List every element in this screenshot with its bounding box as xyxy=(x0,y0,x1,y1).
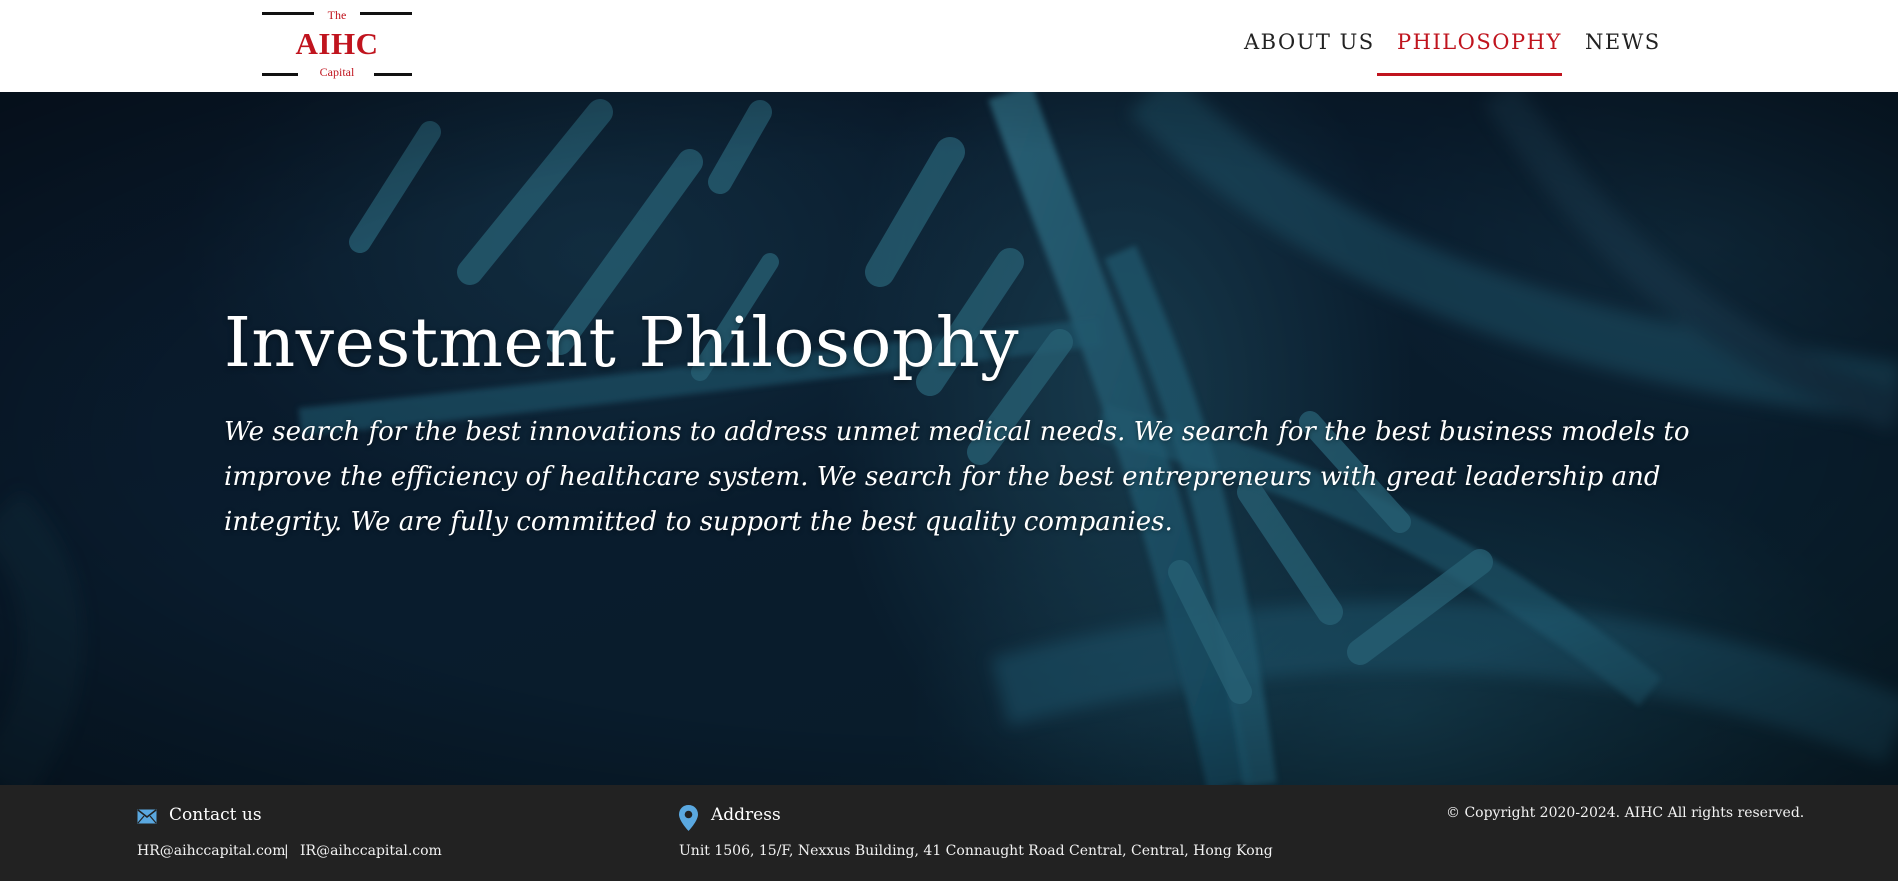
envelope-icon xyxy=(137,809,157,824)
nav-active-indicator xyxy=(1377,73,1562,76)
ir-email-link[interactable]: IR@aihccapital.com xyxy=(300,843,442,859)
logo-capital: Capital xyxy=(319,65,355,79)
map-pin-icon xyxy=(679,805,698,831)
site-footer: Contact us HR@aihccapital.com | IR@aihcc… xyxy=(0,785,1898,881)
philosophy-statement: We search for the best innovations to ad… xyxy=(224,417,1690,537)
logo-the: The xyxy=(327,8,347,22)
page-title: Investment Philosophy xyxy=(224,304,1020,383)
nav-philosophy[interactable]: PHILOSOPHY xyxy=(1397,30,1562,54)
address-text: Unit 1506, 15/F, Nexxus Building, 41 Con… xyxy=(679,843,1273,859)
logo-wordmark: AIHC xyxy=(295,26,379,61)
nav-about-us[interactable]: ABOUT US xyxy=(1244,30,1375,54)
contact-heading: Contact us xyxy=(169,805,262,825)
nav-news[interactable]: NEWS xyxy=(1585,30,1661,54)
copyright-text: © Copyright 2020-2024. AIHC All rights r… xyxy=(1446,805,1805,821)
email-separator: | xyxy=(284,843,289,859)
hr-email-link[interactable]: HR@aihccapital.com xyxy=(137,843,286,859)
hero-section: Investment Philosophy We search for the … xyxy=(0,92,1898,785)
site-header: The AIHC Capital ABOUT US PHILOSOPHY NEW… xyxy=(0,0,1898,92)
brand-logo[interactable]: The AIHC Capital xyxy=(262,8,412,80)
address-heading: Address xyxy=(711,805,781,825)
